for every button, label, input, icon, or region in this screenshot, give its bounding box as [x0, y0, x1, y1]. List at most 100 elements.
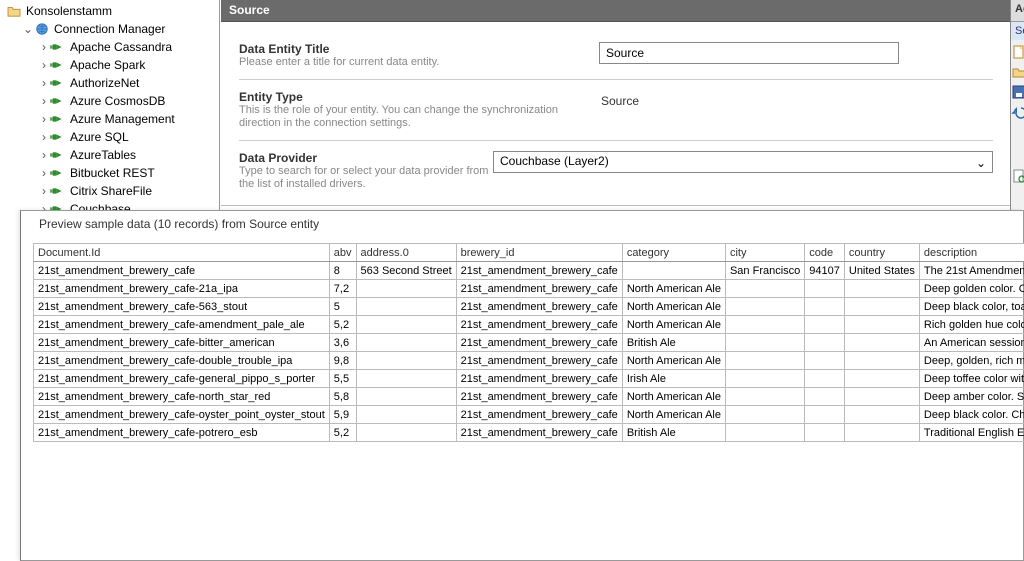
column-header[interactable]: code	[805, 244, 845, 262]
tree-item[interactable]: › AuthorizeNet	[4, 74, 219, 92]
actions-selected[interactable]: Source	[1011, 22, 1024, 40]
column-header[interactable]: abv	[329, 244, 356, 262]
tree-item-label: AuthorizeNet	[68, 76, 139, 90]
tree-item[interactable]: › Apache Cassandra	[4, 38, 219, 56]
tree-item-label: Apache Cassandra	[68, 40, 172, 54]
tree-connection-manager[interactable]: ⌄ Connection Manager	[4, 20, 219, 38]
tree-item-label: Azure Management	[68, 112, 175, 126]
table-cell	[844, 352, 919, 370]
new-icon[interactable]	[1011, 44, 1024, 60]
data-provider-select[interactable]: Couchbase (Layer2) ⌄	[493, 151, 993, 173]
table-cell	[356, 370, 456, 388]
table-cell: British Ale	[622, 334, 725, 352]
expand-icon[interactable]: ›	[38, 58, 50, 72]
tree-item-label: Citrix ShareFile	[68, 184, 152, 198]
column-header[interactable]: country	[844, 244, 919, 262]
connector-icon	[50, 165, 66, 181]
refresh-icon[interactable]	[1011, 168, 1024, 184]
folder-icon	[6, 3, 22, 19]
column-header[interactable]: Document.Id	[34, 244, 330, 262]
field-help-title: Please enter a title for current data en…	[239, 56, 599, 69]
table-cell: 21st_amendment_brewery_cafe	[456, 352, 622, 370]
table-cell	[805, 406, 845, 424]
tree-item[interactable]: ›Apache Spark	[4, 56, 219, 74]
table-row[interactable]: 21st_amendment_brewery_cafe-amendment_pa…	[34, 316, 1024, 334]
table-cell: North American Ale	[622, 388, 725, 406]
table-row[interactable]: 21st_amendment_brewery_cafe-21a_ipa7,221…	[34, 280, 1024, 298]
expand-icon[interactable]: ›	[38, 94, 50, 108]
tree-item[interactable]: ›Azure CosmosDB	[4, 92, 219, 110]
table-cell: 21st_amendment_brewery_cafe-amendment_pa…	[34, 316, 330, 334]
table-cell	[622, 262, 725, 280]
tree-item[interactable]: › Bitbucket REST	[4, 164, 219, 182]
expand-icon[interactable]: ›	[38, 166, 50, 180]
table-cell	[844, 334, 919, 352]
table-row[interactable]: 21st_amendment_brewery_cafe-double_troub…	[34, 352, 1024, 370]
table-row[interactable]: 21st_amendment_brewery_cafe-bitter_ameri…	[34, 334, 1024, 352]
expand-icon[interactable]: ›	[38, 76, 50, 90]
table-cell: Deep toffee color wit	[919, 370, 1024, 388]
column-header[interactable]: brewery_id	[456, 244, 622, 262]
table-row[interactable]: 21st_amendment_brewery_cafe-potrero_esb5…	[34, 424, 1024, 442]
table-cell	[725, 406, 804, 424]
table-cell: 5,9	[329, 406, 356, 424]
connector-icon	[50, 93, 66, 109]
column-header[interactable]: city	[725, 244, 804, 262]
table-cell: 21st_amendment_brewery_cafe	[456, 388, 622, 406]
tree-item[interactable]: ›Azure SQL	[4, 128, 219, 146]
connector-icon	[50, 111, 66, 127]
table-cell: Rich golden hue colo	[919, 316, 1024, 334]
connector-icon	[50, 147, 66, 163]
expand-icon[interactable]: ›	[38, 40, 50, 54]
table-cell	[356, 334, 456, 352]
panel-header-title: Source	[229, 3, 270, 17]
table-cell: 5,8	[329, 388, 356, 406]
table-cell	[725, 316, 804, 334]
table-cell: Irish Ale	[622, 370, 725, 388]
table-row[interactable]: 21st_amendment_brewery_cafe-north_star_r…	[34, 388, 1024, 406]
table-row[interactable]: 21st_amendment_brewery_cafe-general_pipp…	[34, 370, 1024, 388]
expand-icon[interactable]: ›	[38, 112, 50, 126]
save-icon[interactable]	[1011, 84, 1024, 100]
column-header[interactable]: category	[622, 244, 725, 262]
table-cell	[805, 352, 845, 370]
table-cell: Deep golden color. C	[919, 280, 1024, 298]
table-cell: 5,2	[329, 316, 356, 334]
expand-icon[interactable]: ›	[38, 130, 50, 144]
column-header[interactable]: description	[919, 244, 1024, 262]
expand-icon[interactable]: ›	[38, 184, 50, 198]
undo-icon[interactable]	[1011, 104, 1024, 120]
collapse-icon[interactable]: ⌄	[22, 22, 34, 36]
table-cell: 21st_amendment_brewery_cafe-double_troub…	[34, 352, 330, 370]
field-label-title: Data Entity Title	[239, 42, 599, 56]
open-icon[interactable]	[1011, 64, 1024, 80]
table-cell	[725, 424, 804, 442]
table-row[interactable]: 21st_amendment_brewery_cafe8563 Second S…	[34, 262, 1024, 280]
column-header[interactable]: address.0	[356, 244, 456, 262]
tree-item-label: Bitbucket REST	[68, 166, 155, 180]
table-cell	[805, 298, 845, 316]
tree-item[interactable]: › Citrix ShareFile	[4, 182, 219, 200]
tree-item[interactable]: › Azure Management	[4, 110, 219, 128]
tree-root[interactable]: Konsolenstamm	[4, 2, 219, 20]
table-cell	[725, 298, 804, 316]
table-row[interactable]: 21st_amendment_brewery_cafe-563_stout521…	[34, 298, 1024, 316]
expand-icon[interactable]: ›	[38, 148, 50, 162]
table-cell: 5,2	[329, 424, 356, 442]
data-entity-title-input[interactable]	[599, 42, 899, 64]
table-row[interactable]: 21st_amendment_brewery_cafe-oyster_point…	[34, 406, 1024, 424]
connector-icon	[50, 39, 66, 55]
tree-manager-label: Connection Manager	[52, 22, 165, 36]
table-cell	[844, 406, 919, 424]
table-cell: 21st_amendment_brewery_cafe-general_pipp…	[34, 370, 330, 388]
preview-table[interactable]: Document.Idabvaddress.0brewery_idcategor…	[33, 243, 1024, 442]
table-cell	[805, 370, 845, 388]
table-cell: North American Ale	[622, 352, 725, 370]
connector-icon	[50, 183, 66, 199]
table-cell: 21st_amendment_brewery_cafe	[456, 370, 622, 388]
tree-item[interactable]: ›AzureTables	[4, 146, 219, 164]
panel-header: Source	[221, 0, 1011, 22]
connector-icon	[50, 75, 66, 91]
table-cell: 21st_amendment_brewery_cafe	[456, 424, 622, 442]
table-cell	[725, 280, 804, 298]
